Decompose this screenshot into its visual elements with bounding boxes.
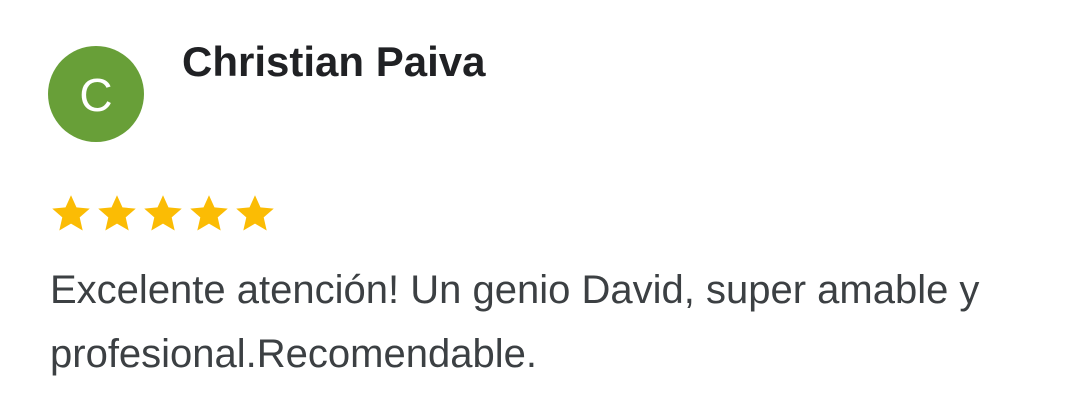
star-rating xyxy=(48,190,278,238)
star-icon xyxy=(186,191,232,237)
star-icon xyxy=(140,191,186,237)
review-card: C Christian Paiva Excelente atención! Un… xyxy=(0,0,1078,418)
avatar-letter: C xyxy=(79,69,113,121)
review-text: Excelente atención! Un genio David, supe… xyxy=(50,268,980,376)
star-icon xyxy=(48,191,94,237)
author-name[interactable]: Christian Paiva xyxy=(182,38,485,86)
star-icon xyxy=(94,191,140,237)
star-icon xyxy=(232,191,278,237)
avatar[interactable]: C xyxy=(48,46,144,142)
